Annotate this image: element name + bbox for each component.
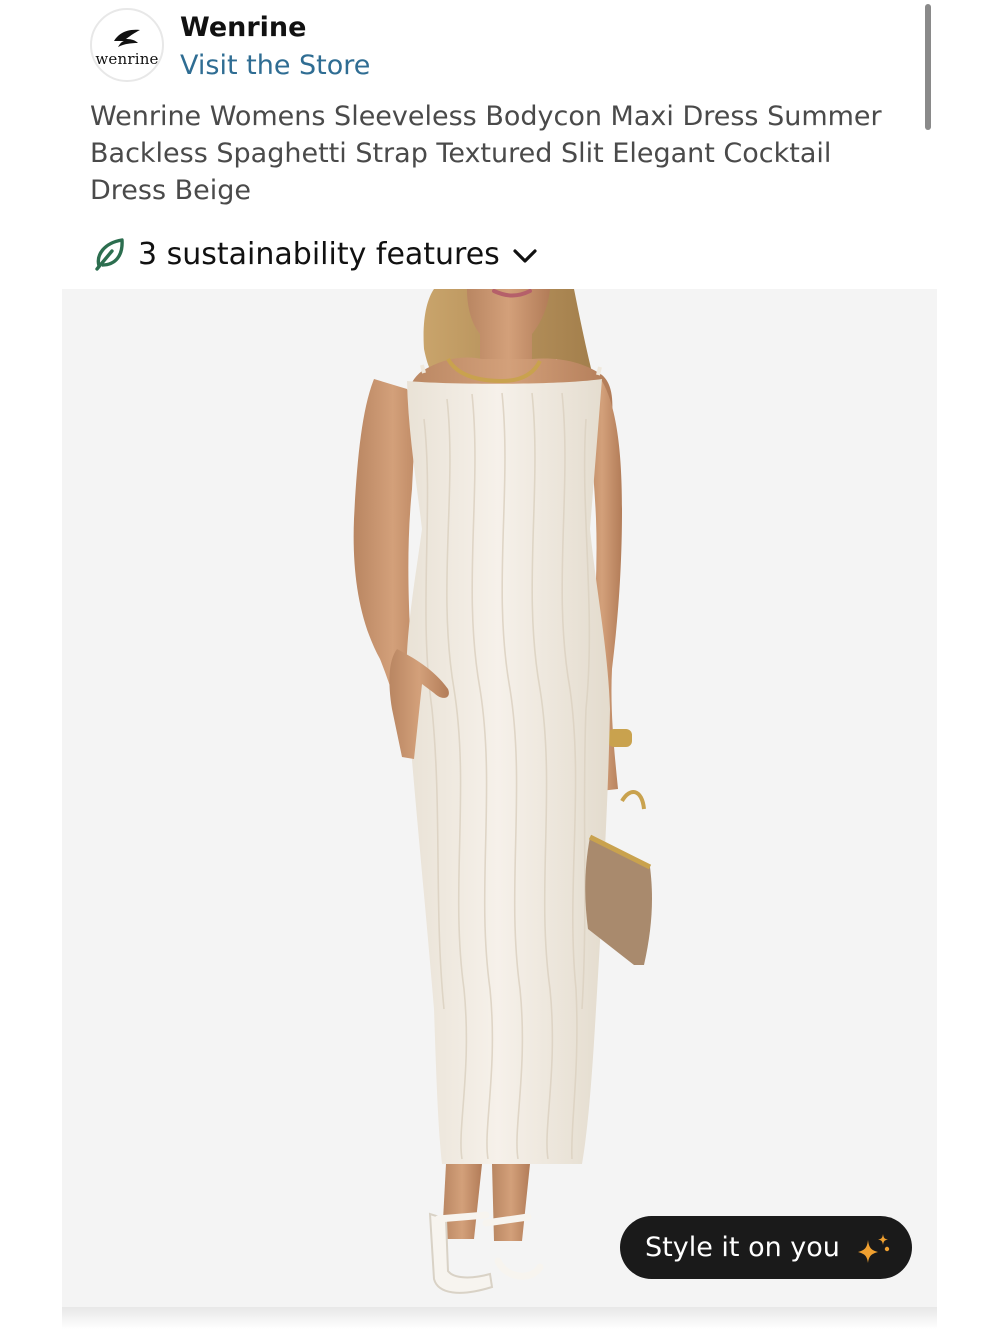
product-title: Wenrine Womens Sleeveless Bodycon Maxi D…: [90, 101, 882, 206]
logo-text: wenrine: [95, 49, 159, 68]
sparkle-icon: [857, 1233, 890, 1263]
brand-logo[interactable]: wenrine: [90, 8, 164, 82]
chevron-down-icon: [513, 249, 537, 263]
image-bottom-shade: [62, 1307, 937, 1329]
brand-name: Wenrine: [180, 12, 307, 43]
brand-header: wenrine Wenrine Visit the Store: [90, 8, 910, 88]
visit-store-link[interactable]: Visit the Store: [180, 50, 370, 81]
style-button-label: Style it on you: [645, 1232, 840, 1263]
product-page: wenrine Wenrine Visit the Store Wenrine …: [0, 0, 1000, 1329]
product-image[interactable]: [62, 289, 937, 1307]
sustainability-features-toggle[interactable]: 3 sustainability features: [94, 234, 538, 274]
dress-model-illustration: [353, 289, 652, 1294]
sustainability-label: 3 sustainability features: [138, 236, 500, 272]
scrollbar[interactable]: [925, 4, 931, 130]
bird-icon: [114, 29, 140, 47]
leaf-icon: [95, 238, 124, 271]
style-it-on-you-button[interactable]: Style it on you: [620, 1216, 912, 1279]
